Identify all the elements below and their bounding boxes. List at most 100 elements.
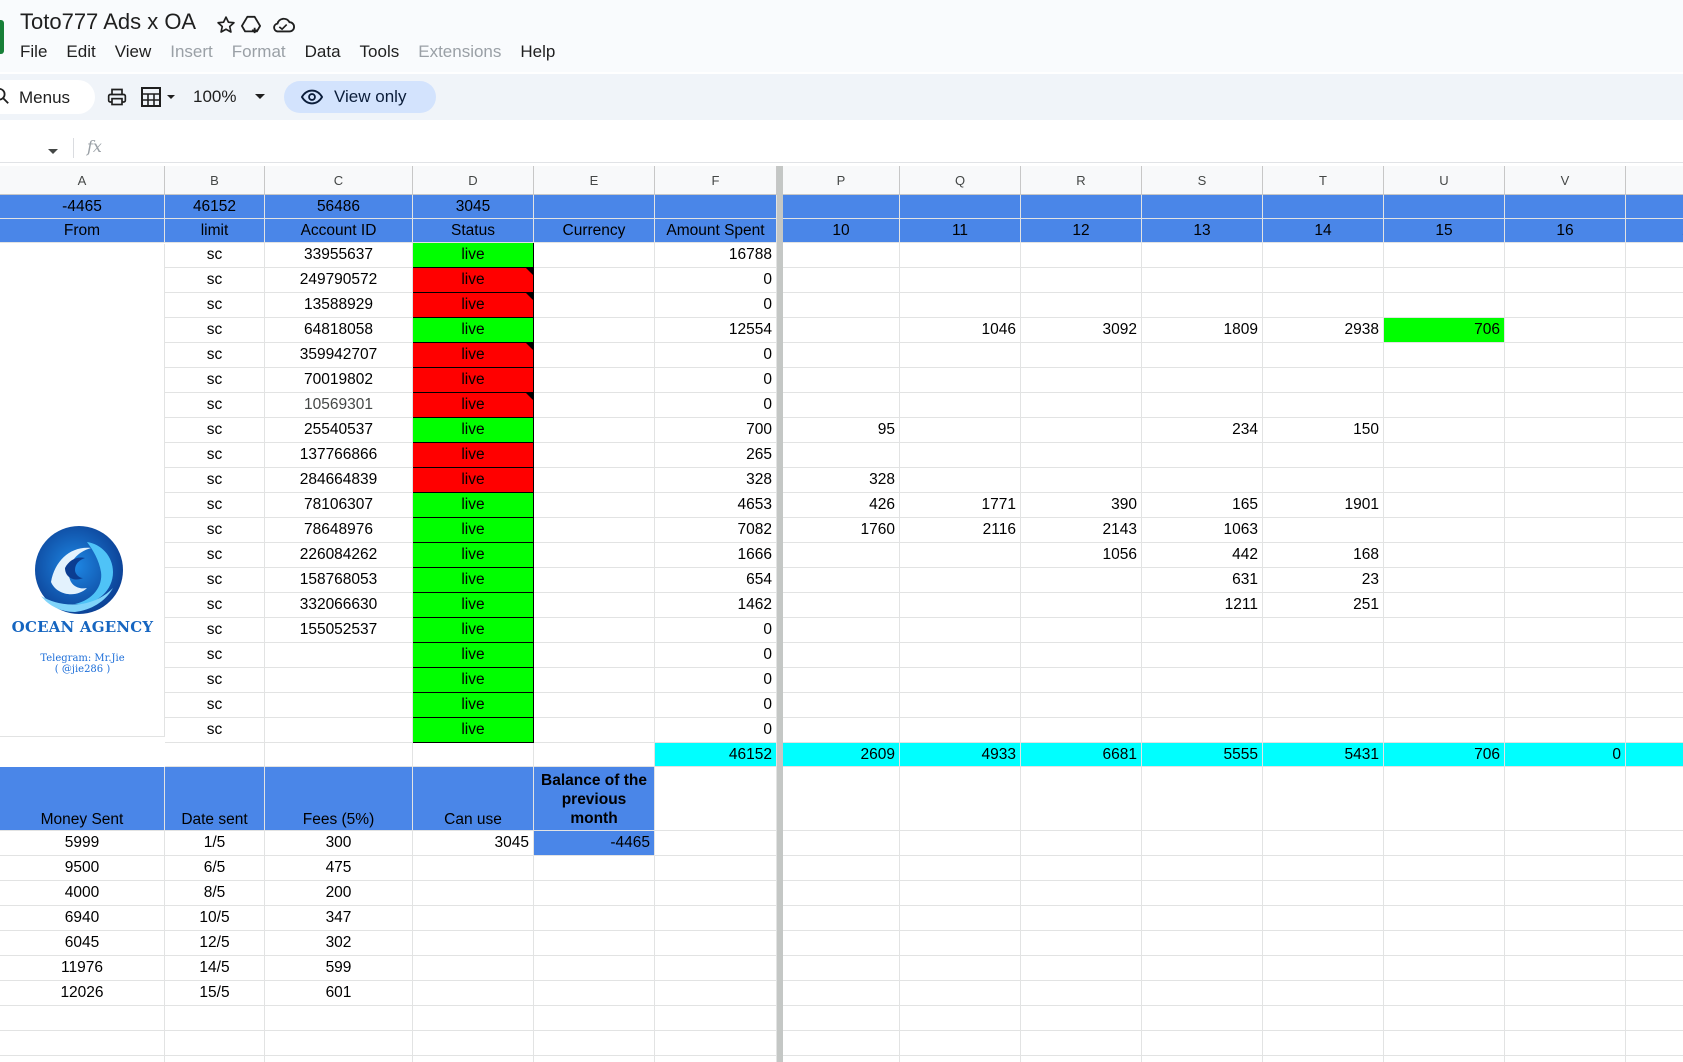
account-amount-spent[interactable]: 1666 (655, 543, 777, 568)
column-header-a[interactable]: A (0, 166, 165, 195)
header-cell-d[interactable]: Status (413, 219, 534, 243)
empty-cell[interactable] (1626, 1031, 1683, 1056)
account-day-value[interactable] (1626, 593, 1683, 618)
payment-previous-balance[interactable] (534, 981, 655, 1006)
day-header-cell[interactable]: 1 (1626, 219, 1683, 243)
menus-search-box[interactable]: Menus (0, 80, 95, 114)
payments-header-d[interactable]: Can use (413, 767, 534, 831)
payment-fee[interactable]: 601 (265, 981, 413, 1006)
empty-cell[interactable] (900, 956, 1021, 981)
empty-cell[interactable] (1505, 881, 1626, 906)
column-header-w[interactable] (1626, 166, 1683, 195)
account-day-value[interactable]: 442 (1142, 543, 1263, 568)
account-day-value[interactable] (1626, 693, 1683, 718)
account-amount-spent[interactable]: 0 (655, 368, 777, 393)
account-day-value[interactable]: 631 (1142, 568, 1263, 593)
account-amount-spent[interactable]: 0 (655, 618, 777, 643)
account-day-value[interactable] (1384, 243, 1505, 268)
account-day-value[interactable] (900, 293, 1021, 318)
account-status[interactable]: live (413, 668, 534, 693)
account-day-value[interactable]: 2116 (900, 518, 1021, 543)
account-limit[interactable]: sc (165, 243, 265, 268)
account-day-value[interactable] (1142, 243, 1263, 268)
account-currency[interactable] (534, 293, 655, 318)
account-day-value[interactable] (1626, 418, 1683, 443)
empty-cell[interactable] (783, 1006, 900, 1031)
account-day-value[interactable] (900, 568, 1021, 593)
empty-cell[interactable] (655, 1006, 777, 1031)
empty-cell[interactable] (1142, 981, 1263, 1006)
empty-cell[interactable] (1505, 856, 1626, 881)
empty-cell[interactable] (783, 881, 900, 906)
column-header-d[interactable]: D (413, 166, 534, 195)
menu-file[interactable]: File (20, 40, 47, 64)
summary-cell[interactable] (783, 195, 900, 219)
account-day-value[interactable]: 3092 (1021, 318, 1142, 343)
empty-cell[interactable] (1263, 767, 1384, 831)
account-day-value[interactable] (1626, 293, 1683, 318)
account-day-value[interactable] (1626, 318, 1683, 343)
empty-cell[interactable] (1626, 856, 1683, 881)
payment-date-sent[interactable]: 1/5 (165, 831, 265, 856)
cloud-status-icon[interactable] (270, 12, 296, 38)
account-day-value[interactable] (1142, 443, 1263, 468)
empty-cell[interactable] (1626, 831, 1683, 856)
account-day-value[interactable] (900, 268, 1021, 293)
empty-cell[interactable] (783, 831, 900, 856)
document-title[interactable]: Toto777 Ads x OA (20, 9, 196, 35)
account-limit[interactable]: sc (165, 443, 265, 468)
account-status[interactable]: live (413, 718, 534, 743)
account-id[interactable]: 359942707 (265, 343, 413, 368)
account-day-value[interactable] (783, 368, 900, 393)
account-day-value[interactable] (900, 368, 1021, 393)
account-day-value[interactable] (1505, 593, 1626, 618)
account-status[interactable]: live (413, 343, 534, 368)
day-header-cell[interactable]: 15 (1384, 219, 1505, 243)
empty-cell[interactable] (1384, 1031, 1505, 1056)
menu-view[interactable]: View (115, 40, 152, 64)
account-id[interactable]: 70019802 (265, 368, 413, 393)
account-day-value[interactable] (1626, 343, 1683, 368)
account-status[interactable]: live (413, 268, 534, 293)
empty-cell[interactable] (413, 1031, 534, 1056)
payment-money-sent[interactable]: 6045 (0, 931, 165, 956)
account-amount-spent[interactable]: 0 (655, 268, 777, 293)
empty-cell[interactable] (1384, 831, 1505, 856)
summary-cell[interactable]: 56486 (265, 195, 413, 219)
account-day-value[interactable] (1263, 268, 1384, 293)
empty-cell[interactable] (1021, 881, 1142, 906)
totals-cell[interactable] (165, 743, 265, 767)
empty-cell[interactable] (900, 1031, 1021, 1056)
account-amount-spent[interactable]: 4653 (655, 493, 777, 518)
account-day-value[interactable] (1505, 343, 1626, 368)
column-header-b[interactable]: B (165, 166, 265, 195)
account-day-value[interactable] (900, 418, 1021, 443)
header-cell-e[interactable]: Currency (534, 219, 655, 243)
empty-cell[interactable] (1263, 931, 1384, 956)
account-currency[interactable] (534, 718, 655, 743)
empty-cell[interactable] (655, 831, 777, 856)
account-day-value[interactable] (1263, 368, 1384, 393)
empty-cell[interactable] (1626, 956, 1683, 981)
empty-cell[interactable] (0, 1006, 165, 1031)
account-day-value[interactable] (1626, 568, 1683, 593)
empty-cell[interactable] (783, 1031, 900, 1056)
empty-cell[interactable] (1263, 881, 1384, 906)
account-amount-spent[interactable]: 16788 (655, 243, 777, 268)
account-day-value[interactable]: 706 (1384, 318, 1505, 343)
account-day-value[interactable] (1505, 668, 1626, 693)
account-day-value[interactable] (1505, 493, 1626, 518)
menu-data[interactable]: Data (305, 40, 341, 64)
account-day-value[interactable] (900, 643, 1021, 668)
header-cell-f[interactable]: Amount Spent (655, 219, 777, 243)
account-day-value[interactable] (1142, 693, 1263, 718)
account-day-value[interactable]: 1760 (783, 518, 900, 543)
account-day-value[interactable] (783, 443, 900, 468)
account-day-value[interactable]: 150 (1263, 418, 1384, 443)
account-day-value[interactable] (1021, 618, 1142, 643)
summary-cell[interactable]: 3045 (413, 195, 534, 219)
account-id[interactable]: 78106307 (265, 493, 413, 518)
account-limit[interactable]: sc (165, 318, 265, 343)
move-to-drive-icon[interactable] (238, 12, 264, 38)
account-day-value[interactable] (1263, 668, 1384, 693)
